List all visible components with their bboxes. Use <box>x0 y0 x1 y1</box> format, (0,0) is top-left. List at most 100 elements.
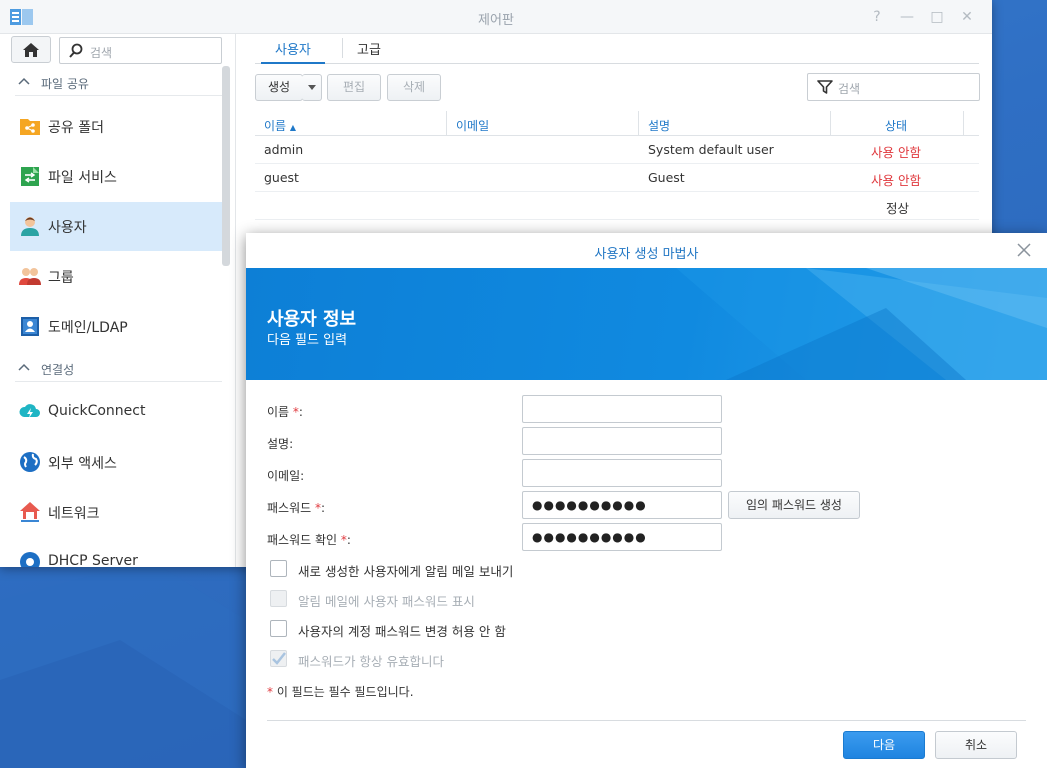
dialog-titlebar: 사용자 생성 마법사 <box>246 233 1047 268</box>
column-header-description[interactable]: 설명 <box>648 117 670 134</box>
search-placeholder: 검색 <box>838 82 861 96</box>
section-connectivity[interactable]: 연결성 <box>15 358 222 382</box>
table-header: 이름 ▲ 이메일 설명 상태 <box>255 111 979 136</box>
email-field[interactable] <box>522 459 722 487</box>
column-header-name[interactable]: 이름 ▲ <box>264 117 296 134</box>
sidebar-item-external-access[interactable]: 외부 액세스 <box>10 438 222 487</box>
sidebar-item-label: 외부 액세스 <box>48 456 117 472</box>
cell-status: 정상 <box>886 201 910 216</box>
sidebar-item-file-services[interactable]: 파일 서비스 <box>10 152 222 201</box>
sidebar-item-domain-ldap[interactable]: 도메인/LDAP <box>10 302 222 351</box>
section-label: 연결성 <box>41 363 75 377</box>
sidebar-item-quickconnect[interactable]: QuickConnect <box>10 388 222 437</box>
file-services-icon <box>21 167 39 186</box>
checkmark-icon <box>272 652 286 665</box>
sidebar-search-input[interactable]: 검색 <box>59 37 222 64</box>
tab-advanced[interactable]: 고급 <box>343 39 395 64</box>
search-placeholder: 검색 <box>90 46 113 60</box>
user-search-input[interactable]: 검색 <box>807 73 980 101</box>
banner-title: 사용자 정보 <box>267 309 357 330</box>
delete-button[interactable]: 삭제 <box>387 74 441 101</box>
table-row[interactable]: guest Guest 사용 안함 <box>255 164 979 192</box>
email-label: 이메일: <box>267 469 305 483</box>
sidebar-item-group[interactable]: 그룹 <box>10 252 222 301</box>
password-label: 패스워드 *: <box>267 501 326 515</box>
next-button[interactable]: 다음 <box>843 731 925 759</box>
banner-pattern <box>676 268 1047 380</box>
create-button[interactable]: 생성 <box>255 74 303 101</box>
sort-asc-icon: ▲ <box>289 123 297 132</box>
filter-icon <box>817 80 833 94</box>
sidebar-item-network[interactable]: 네트워크 <box>10 488 222 537</box>
edit-button[interactable]: 편집 <box>327 74 381 101</box>
description-field[interactable] <box>522 427 722 455</box>
sidebar-scrollbar[interactable] <box>222 66 230 266</box>
table-row[interactable]: 정상 <box>255 192 979 220</box>
password-field[interactable]: ●●●●●●●●●● <box>522 491 722 519</box>
sidebar-item-user[interactable]: 사용자 <box>10 202 222 251</box>
table-row[interactable]: admin System default user 사용 안함 <box>255 136 979 164</box>
checkbox-label: 사용자의 계정 패스워드 변경 허용 안 함 <box>298 624 506 639</box>
confirm-password-value: ●●●●●●●●●● <box>532 530 647 544</box>
cell-status: 사용 안함 <box>871 173 921 188</box>
sidebar: 검색 파일 공유 공유 폴더 파일 서비스 사용자 그룹 도메인/LDAP 연결… <box>0 34 236 567</box>
user-table: 이름 ▲ 이메일 설명 상태 admin System default user… <box>255 111 979 220</box>
description-label: 설명: <box>267 437 294 451</box>
shared-folder-icon <box>20 119 40 135</box>
name-field[interactable] <box>522 395 722 423</box>
checkbox-label: 패스워드가 항상 유효합니다 <box>298 654 444 669</box>
sidebar-item-label: 파일 서비스 <box>48 170 117 186</box>
section-file-sharing[interactable]: 파일 공유 <box>15 72 222 96</box>
banner-subtitle: 다음 필드 입력 <box>267 333 348 348</box>
sidebar-item-label: QuickConnect <box>48 403 146 419</box>
cell-name: guest <box>264 170 299 185</box>
dhcp-server-icon <box>20 552 40 567</box>
column-header-status[interactable]: 상태 <box>885 117 907 134</box>
quickconnect-icon <box>19 404 40 418</box>
password-value: ●●●●●●●●●● <box>532 498 647 512</box>
home-button[interactable] <box>11 36 51 63</box>
cell-description: System default user <box>648 142 774 157</box>
name-label: 이름 *: <box>267 405 303 419</box>
sidebar-item-label: 사용자 <box>48 220 87 236</box>
create-user-wizard-dialog: 사용자 생성 마법사 사용자 정보 다음 필드 입력 이름 *: 설명: 이메일… <box>246 233 1047 768</box>
help-icon[interactable]: ? <box>864 7 890 27</box>
chevron-up-icon <box>18 363 30 371</box>
checkbox[interactable] <box>270 590 287 607</box>
sidebar-item-dhcp-server[interactable]: DHCP Server <box>10 538 222 567</box>
sidebar-item-label: DHCP Server <box>48 553 138 567</box>
confirm-password-label: 패스워드 확인 *: <box>267 533 351 547</box>
minimize-icon[interactable]: — <box>894 7 920 27</box>
network-icon <box>20 502 40 522</box>
sidebar-item-label: 공유 폴더 <box>48 120 104 136</box>
external-access-icon <box>20 452 40 472</box>
user-icon <box>21 217 39 236</box>
create-dropdown-button[interactable] <box>302 74 322 101</box>
sidebar-item-label: 그룹 <box>48 270 74 286</box>
required-fields-note: * 이 필드는 필수 필드입니다. <box>267 685 414 699</box>
window-titlebar: 제어판 ? — □ ✕ <box>0 0 992 34</box>
checkbox[interactable] <box>270 620 287 637</box>
dialog-title: 사용자 생성 마법사 <box>594 247 699 262</box>
search-icon <box>69 43 83 58</box>
maximize-icon[interactable]: □ <box>924 7 950 27</box>
checkbox[interactable] <box>270 560 287 577</box>
cancel-button[interactable]: 취소 <box>935 731 1017 759</box>
sidebar-item-shared-folder[interactable]: 공유 폴더 <box>10 102 222 151</box>
chevron-up-icon <box>18 77 30 85</box>
tab-user[interactable]: 사용자 <box>261 39 325 64</box>
close-icon[interactable] <box>1015 241 1033 259</box>
section-label: 파일 공유 <box>41 77 89 91</box>
tab-bar: 사용자 고급 <box>255 34 979 64</box>
checkbox-label: 새로 생성한 사용자에게 알림 메일 보내기 <box>298 564 514 579</box>
generate-random-password-button[interactable]: 임의 패스워드 생성 <box>728 491 860 519</box>
confirm-password-field[interactable]: ●●●●●●●●●● <box>522 523 722 551</box>
cell-status: 사용 안함 <box>871 145 921 160</box>
home-icon <box>23 42 39 57</box>
caret-down-icon <box>307 85 316 90</box>
column-header-email[interactable]: 이메일 <box>456 117 489 134</box>
close-icon[interactable]: ✕ <box>954 7 980 27</box>
sidebar-item-label: 네트워크 <box>48 506 100 522</box>
sidebar-item-label: 도메인/LDAP <box>48 320 128 336</box>
checkbox[interactable] <box>270 650 287 667</box>
